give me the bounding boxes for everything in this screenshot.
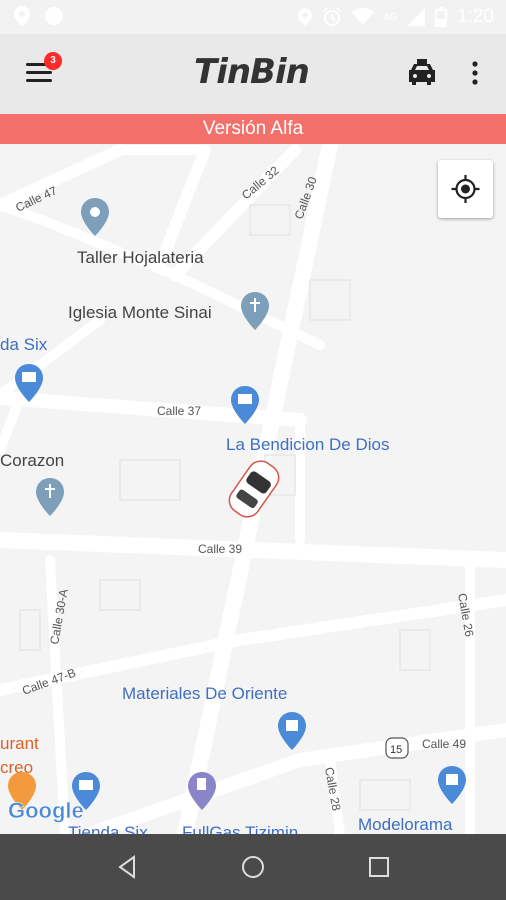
home-button[interactable] [238,852,268,882]
menu-button[interactable]: 3 [24,52,62,88]
map-view[interactable]: Calle 47 Calle 32 Calle 30 Calle 37 Call… [0,144,506,834]
network-type: 4G [383,11,398,23]
poi-label[interactable]: Modelorama [358,815,453,834]
taxi-button[interactable] [406,58,438,88]
my-location-button[interactable] [438,160,493,218]
status-time: 1:20 [457,6,494,27]
status-bar: 4G 1:20 [0,0,506,34]
poi-label[interactable]: La Bendicion De Dios [226,435,389,454]
pin-icon[interactable] [81,198,109,236]
taxi-icon [409,59,435,85]
crosshair-icon [451,175,480,203]
poi-label[interactable]: FullGas Tizimin [182,823,298,834]
system-nav-bar [0,834,506,900]
location-icon [297,8,312,26]
street-label: Calle 28 [322,766,343,812]
google-logo: Google [8,798,84,823]
poi-label[interactable]: urant [0,734,39,753]
svg-text:15: 15 [390,744,402,756]
street-label: Calle 49 [422,737,466,751]
recents-icon [369,857,389,877]
poi-label[interactable]: Iglesia Monte Sinai [68,303,212,322]
shop-icon[interactable] [278,712,306,750]
location-icon [14,6,30,26]
church-icon[interactable] [36,478,64,516]
car-marker-icon [228,460,280,518]
app-bar: 3 TinBin [0,34,506,114]
more-vert-icon [472,61,478,85]
wifi-icon [351,8,374,25]
poi-label[interactable]: Materiales De Oriente [122,684,287,703]
notification-badge: 3 [44,52,62,70]
back-button[interactable] [112,852,142,882]
street-label: Calle 39 [198,542,242,556]
more-options-button[interactable] [466,58,484,88]
version-banner: Versión Alfa [0,114,506,144]
street-label: Calle 32 [239,163,282,202]
street-label: Calle 37 [157,404,201,418]
poi-label[interactable]: Corazon [0,451,64,470]
alarm-icon [322,7,341,26]
battery-icon [435,7,448,27]
shop-icon[interactable] [438,766,466,804]
church-icon[interactable] [241,292,269,330]
circle-icon [45,7,63,25]
signal-icon [407,8,426,26]
recents-button[interactable] [364,852,394,882]
back-icon [118,855,135,879]
poi-label[interactable]: Taller Hojalateria [77,248,204,267]
route-shield: 15 [385,737,409,759]
street-label: Calle 47-B [20,665,77,697]
poi-label[interactable]: da Six [0,335,48,354]
app-logo: TinBin [194,52,310,92]
home-icon [242,856,264,878]
poi-label[interactable]: Tienda Six [68,823,148,834]
